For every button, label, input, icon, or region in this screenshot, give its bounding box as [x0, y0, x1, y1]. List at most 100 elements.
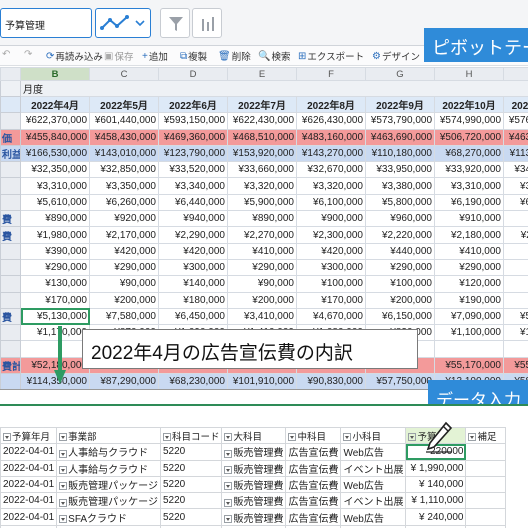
value-cell[interactable]: ¥506,720,000 [434, 128, 504, 146]
dropdown-icon[interactable] [224, 433, 233, 442]
entry-cell[interactable]: SFAクラウド [56, 508, 161, 526]
month-header[interactable]: 2022年10月 [434, 95, 504, 114]
value-cell[interactable]: ¥300,000 [158, 258, 228, 277]
dropdown-icon[interactable] [162, 433, 171, 442]
add-button[interactable]: + 追加 [142, 49, 168, 64]
row-header[interactable] [0, 324, 21, 342]
row-header[interactable] [0, 373, 21, 389]
value-cell[interactable]: ¥123,790,000 [158, 144, 228, 163]
value-cell[interactable]: ¥170,000 [296, 291, 366, 309]
entry-cell[interactable] [465, 459, 507, 477]
row-header[interactable]: 価 [0, 128, 21, 146]
entry-cell[interactable]: 5220 [159, 443, 223, 461]
value-cell[interactable]: ¥130,000 [20, 275, 90, 293]
value-cell[interactable]: ¥200,000 [89, 291, 159, 309]
row-header[interactable]: 費 [0, 226, 21, 244]
redo-button[interactable]: ↷ [24, 49, 33, 60]
value-cell[interactable]: ¥5,900,000 [227, 193, 297, 212]
value-cell[interactable]: ¥143,270,000 [296, 144, 366, 163]
dataset-select[interactable]: 予算管理 [0, 8, 92, 38]
entry-cell[interactable]: Web広告 [340, 508, 407, 526]
value-cell[interactable]: ¥4,670,000 [296, 307, 366, 326]
value-cell[interactable]: ¥200,000 [227, 291, 297, 309]
row-header[interactable] [0, 291, 21, 309]
value-cell[interactable]: ¥910,000 [434, 210, 504, 228]
row-header[interactable] [0, 258, 21, 277]
value-cell[interactable]: ¥2,300,000 [296, 226, 366, 244]
value-cell[interactable]: ¥120,000 [434, 275, 504, 293]
entry-cell[interactable]: 広告宣伝費 [285, 475, 342, 494]
dropdown-icon[interactable] [59, 514, 68, 523]
dropdown-icon[interactable] [3, 433, 11, 442]
month-header[interactable]: 2022年7月 [227, 95, 297, 114]
entry-cell[interactable]: 広告宣伝費 [285, 443, 342, 461]
column-letter[interactable]: C [89, 67, 159, 81]
value-cell[interactable]: ¥90,000 [227, 275, 297, 293]
entry-cell[interactable]: 人事給与クラウド [56, 459, 161, 477]
value-cell[interactable]: ¥440,000 [365, 242, 435, 260]
entry-cell[interactable]: 販売管理費 [221, 459, 287, 477]
value-cell[interactable]: ¥300,000 [503, 258, 528, 277]
entry-cell[interactable]: 5220 [159, 508, 223, 526]
value-cell[interactable]: ¥68,230,000 [158, 373, 228, 389]
entry-cell[interactable] [465, 492, 507, 510]
value-cell[interactable]: ¥574,990,000 [434, 112, 504, 130]
value-cell[interactable]: ¥55,170,000 [434, 356, 504, 375]
value-cell[interactable]: ¥100,000 [365, 275, 435, 293]
value-cell[interactable]: ¥593,150,000 [158, 112, 228, 130]
value-cell[interactable]: ¥3,410,000 [227, 307, 297, 326]
value-cell[interactable]: ¥100,000 [296, 275, 366, 293]
value-cell[interactable]: ¥573,790,000 [365, 112, 435, 130]
entry-cell[interactable]: ¥ 1,990,000 [405, 459, 467, 477]
value-cell[interactable]: ¥430,000 [503, 242, 528, 260]
entry-cell[interactable]: 販売管理パッケージ [56, 492, 161, 510]
value-cell[interactable]: ¥170,000 [20, 291, 90, 309]
value-cell[interactable]: ¥2,220,000 [365, 226, 435, 244]
value-cell[interactable]: ¥420,000 [158, 242, 228, 260]
value-cell[interactable]: ¥87,290,000 [89, 373, 159, 389]
value-cell[interactable] [434, 340, 504, 358]
value-cell[interactable]: ¥3,340,000 [158, 177, 228, 195]
column-header[interactable]: 事業部 [56, 426, 161, 445]
column-letter[interactable]: G [365, 67, 435, 81]
value-cell[interactable]: ¥3,320,000 [296, 177, 366, 195]
entry-cell[interactable]: 5220 [159, 475, 223, 494]
value-cell[interactable]: ¥6,440,000 [158, 193, 228, 212]
value-cell[interactable]: ¥55,300,000 [503, 356, 528, 375]
value-cell[interactable]: ¥32,850,000 [89, 161, 159, 179]
entry-cell[interactable]: ¥ 1,110,000 [405, 492, 467, 510]
dropdown-icon[interactable] [224, 514, 233, 523]
row-header[interactable] [0, 242, 21, 260]
entry-cell[interactable]: 2022-04-01 [0, 475, 58, 494]
dropdown-icon[interactable] [408, 433, 417, 442]
dropdown-icon[interactable] [59, 498, 68, 507]
entry-cell[interactable]: 2022-04-01 [0, 459, 58, 477]
row-header[interactable] [0, 112, 21, 130]
value-cell[interactable]: ¥290,000 [434, 258, 504, 277]
value-cell[interactable]: ¥2,270,000 [227, 226, 297, 244]
month-header[interactable]: 2022年5月 [89, 95, 159, 114]
row-header[interactable]: 費 [0, 210, 21, 228]
delete-button[interactable]: 🗑 削除 [218, 49, 251, 64]
dropdown-icon[interactable] [59, 482, 68, 491]
field-label[interactable]: 月度 [20, 80, 528, 97]
entry-cell[interactable]: 販売管理費 [221, 475, 287, 494]
entry-cell[interactable]: Web広告 [340, 443, 407, 461]
value-cell[interactable]: ¥463,270,000 [503, 128, 528, 146]
entry-cell[interactable]: 広告宣伝費 [285, 508, 342, 526]
value-cell[interactable]: ¥622,430,000 [227, 112, 297, 130]
value-cell[interactable]: ¥3,310,000 [434, 177, 504, 195]
value-cell[interactable]: ¥6,450,000 [158, 307, 228, 326]
month-header[interactable]: 2022年6月 [158, 95, 228, 114]
value-cell[interactable]: ¥3,310,000 [20, 177, 90, 195]
value-cell[interactable]: ¥200,000 [503, 291, 528, 309]
value-cell[interactable]: ¥2,110,000 [503, 226, 528, 244]
column-letter[interactable]: D [158, 67, 228, 81]
row-header[interactable] [0, 275, 21, 293]
column-letter[interactable]: E [227, 67, 297, 81]
value-cell[interactable]: ¥33,660,000 [227, 161, 297, 179]
column-header[interactable]: 科目コード [159, 426, 223, 445]
row-header[interactable]: 費計 [0, 356, 21, 375]
value-cell[interactable]: ¥33,920,000 [434, 161, 504, 179]
row-header[interactable] [0, 193, 21, 212]
